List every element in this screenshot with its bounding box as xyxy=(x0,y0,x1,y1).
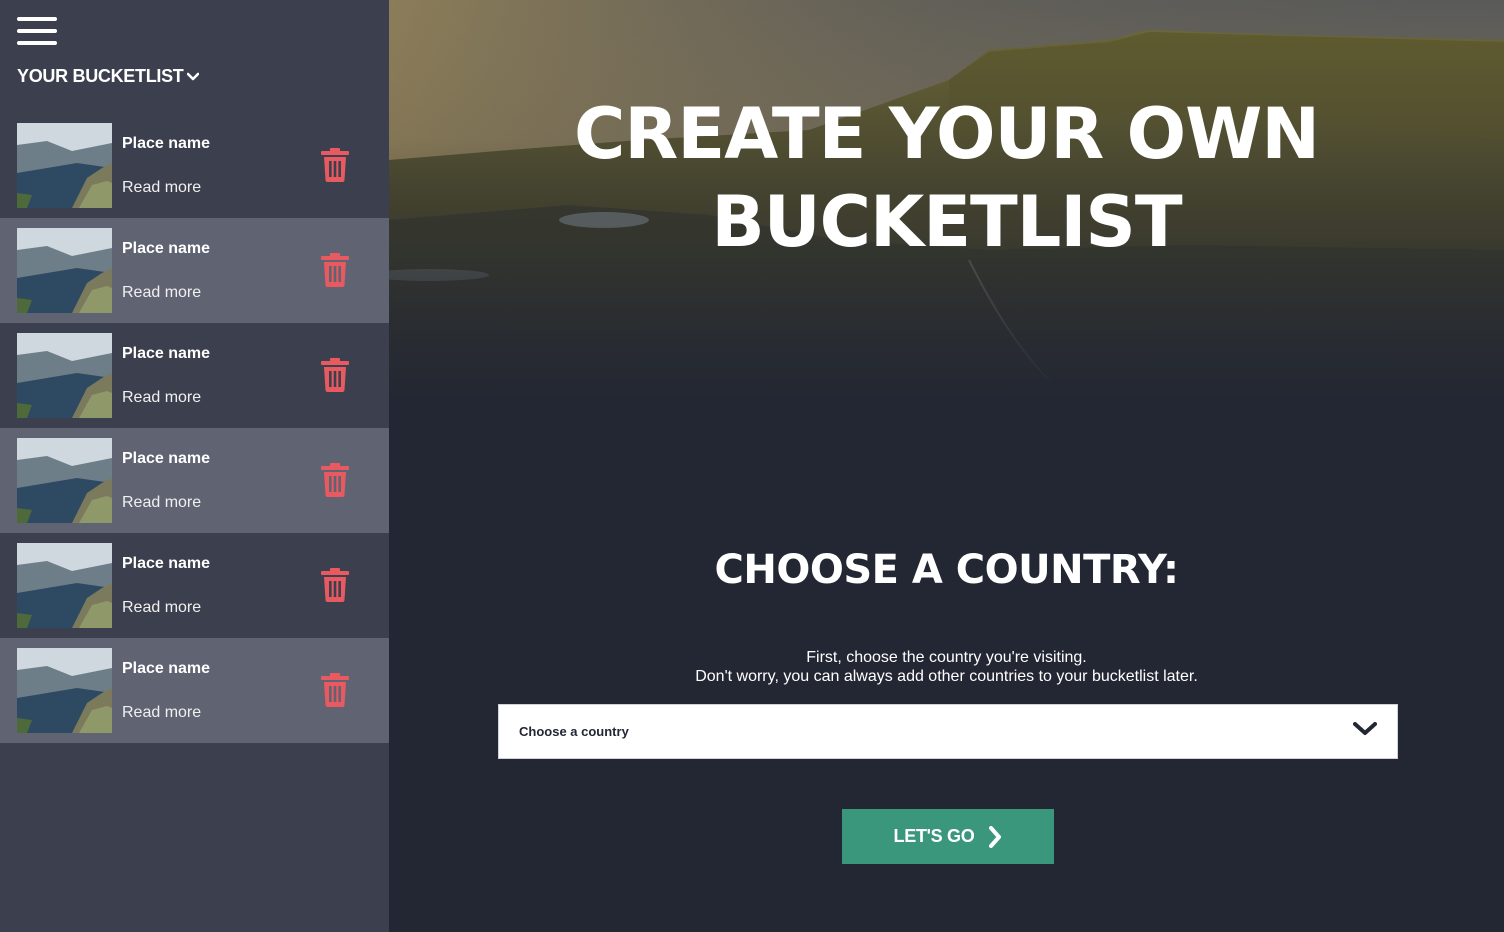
chevron-right-icon xyxy=(988,825,1002,848)
trash-icon[interactable] xyxy=(320,148,350,182)
lets-go-label: LET'S GO xyxy=(893,826,975,846)
main-content: CREATE YOUR OWN BUCKETLIST CHOOSE A COUN… xyxy=(389,0,1504,932)
place-name: Place name xyxy=(122,135,211,152)
section-heading: CHOOSE A COUNTRY: xyxy=(714,547,1179,593)
place-thumbnail xyxy=(17,648,112,733)
place-thumbnail xyxy=(17,123,112,208)
intro-line-2: Don't worry, you can always add other co… xyxy=(695,668,1198,685)
place-thumbnail xyxy=(17,438,112,523)
trash-icon[interactable] xyxy=(320,673,350,707)
list-item[interactable]: Place name Read more xyxy=(0,428,389,533)
place-thumbnail xyxy=(17,543,112,628)
chevron-down-icon xyxy=(186,72,199,82)
read-more-link[interactable]: Read more xyxy=(122,179,201,197)
chevron-down-icon xyxy=(1353,721,1377,742)
sidebar: YOUR BUCKETLIST Place name Read more Pla… xyxy=(0,0,389,932)
hero-title-line1: CREATE YOUR OWN xyxy=(574,93,1320,175)
bucketlist-title: YOUR BUCKETLIST xyxy=(17,66,184,86)
place-name: Place name xyxy=(122,240,211,257)
hero-title-line2: BUCKETLIST xyxy=(711,181,1182,263)
trash-icon[interactable] xyxy=(320,463,350,497)
hero-banner: CREATE YOUR OWN BUCKETLIST xyxy=(389,0,1504,400)
trash-icon[interactable] xyxy=(320,568,350,602)
place-thumbnail xyxy=(17,228,112,313)
trash-icon[interactable] xyxy=(320,253,350,287)
hero-title: CREATE YOUR OWN BUCKETLIST xyxy=(389,90,1504,266)
read-more-link[interactable]: Read more xyxy=(122,494,201,512)
lets-go-button[interactable]: LET'S GO xyxy=(842,809,1054,864)
list-item[interactable]: Place name Read more xyxy=(0,113,389,218)
country-select[interactable]: Choose a country xyxy=(498,704,1398,759)
read-more-link[interactable]: Read more xyxy=(122,389,201,407)
read-more-link[interactable]: Read more xyxy=(122,599,201,617)
bucketlist-toggle[interactable]: YOUR BUCKETLIST xyxy=(17,66,199,87)
place-name: Place name xyxy=(122,555,211,572)
list-item[interactable]: Place name Read more xyxy=(0,218,389,323)
intro-line-1: First, choose the country you're visitin… xyxy=(806,649,1087,666)
place-name: Place name xyxy=(122,345,211,362)
read-more-link[interactable]: Read more xyxy=(122,704,201,722)
trash-icon[interactable] xyxy=(320,358,350,392)
hamburger-icon[interactable] xyxy=(17,17,57,47)
place-name: Place name xyxy=(122,450,211,467)
read-more-link[interactable]: Read more xyxy=(122,284,201,302)
list-item[interactable]: Place name Read more xyxy=(0,533,389,638)
country-select-value: Choose a country xyxy=(519,724,629,739)
bucketlist-items: Place name Read more Place name Read mor… xyxy=(0,113,389,743)
list-item[interactable]: Place name Read more xyxy=(0,323,389,428)
place-name: Place name xyxy=(122,660,211,677)
place-thumbnail xyxy=(17,333,112,418)
list-item[interactable]: Place name Read more xyxy=(0,638,389,743)
intro-text: First, choose the country you're visitin… xyxy=(389,648,1504,686)
